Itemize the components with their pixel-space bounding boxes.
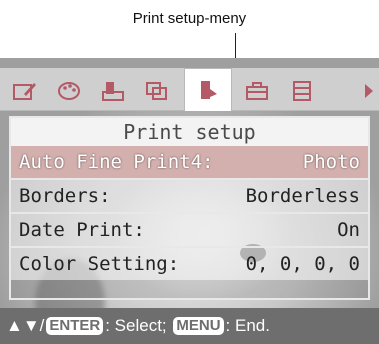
menu-title: Print setup xyxy=(11,118,368,146)
camera-screen: Print setup Auto Fine Print4: Photo Bord… xyxy=(0,58,379,344)
row-value: On xyxy=(337,219,360,241)
row-value: 0, 0, 0, 0 xyxy=(245,253,360,275)
row-value: Photo xyxy=(302,151,360,173)
arrow-keys-hint: ▲▼/ xyxy=(6,316,45,335)
select-hint-text: : Select; xyxy=(105,316,172,335)
print-setup-icon[interactable] xyxy=(184,68,232,111)
enter-key-badge: ENTER xyxy=(46,317,104,335)
image-layers-icon[interactable] xyxy=(140,78,174,104)
menu-row-date-print[interactable]: Date Print: On xyxy=(11,214,368,246)
file-cabinet-icon[interactable] xyxy=(285,78,319,104)
menu-key-badge: MENU xyxy=(173,317,224,335)
menu-row-auto-fine-print[interactable]: Auto Fine Print4: Photo xyxy=(11,146,368,178)
row-label: Auto Fine Print4: xyxy=(19,151,214,173)
end-hint-text: : End. xyxy=(225,316,270,335)
creative-palette-icon[interactable] xyxy=(52,78,86,104)
scroll-right-icon[interactable] xyxy=(365,84,373,98)
menu-row-borders[interactable]: Borders: Borderless xyxy=(11,180,368,212)
print-index-icon[interactable] xyxy=(96,78,130,104)
print-setup-menu: Print setup Auto Fine Print4: Photo Bord… xyxy=(9,116,370,300)
key-hint-bar: ▲▼/ ENTER : Select; MENU : End. xyxy=(0,308,379,344)
callout-label: Print setup-meny xyxy=(132,10,247,27)
menu-row-color-setting[interactable]: Color Setting: 0, 0, 0, 0 xyxy=(11,248,368,280)
toolbox-icon[interactable] xyxy=(240,78,274,104)
menu-icon-bar xyxy=(0,68,379,111)
row-label: Color Setting: xyxy=(19,253,180,275)
row-label: Borders: xyxy=(19,185,111,207)
row-value: Borderless xyxy=(245,185,360,207)
row-label: Date Print: xyxy=(19,219,145,241)
edit-icon[interactable] xyxy=(8,78,42,104)
